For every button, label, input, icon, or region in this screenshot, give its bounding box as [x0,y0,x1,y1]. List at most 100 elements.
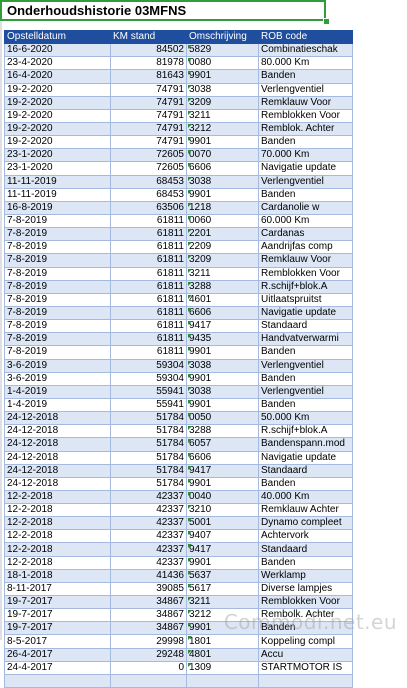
cell-date[interactable]: 23-4-2020 [4,56,111,71]
cell-km[interactable]: 84502 [110,43,187,58]
cell-date[interactable]: 7-8-2019 [4,319,111,334]
cell-date[interactable]: 7-8-2019 [4,253,111,268]
fill-handle[interactable] [323,18,330,25]
cell-date[interactable]: 12-2-2018 [4,555,111,570]
cell-rob-code[interactable]: Verlengventiel [258,384,353,399]
cell-km[interactable]: 42337 [110,516,187,531]
cell-description[interactable]: 9901 [186,135,259,150]
cell-date[interactable]: 19-2-2020 [4,95,111,110]
cell-km[interactable]: 59304 [110,358,187,373]
cell-km[interactable]: 51784 [110,424,187,439]
cell-date[interactable]: 19-2-2020 [4,108,111,123]
cell-km[interactable]: 63506 [110,200,187,215]
cell-date[interactable]: 23-1-2020 [4,148,111,163]
cell-rob-code[interactable]: Koppeling compl [258,634,353,649]
cell-date[interactable]: 24-12-2018 [4,437,111,452]
cell-description[interactable]: 3210 [186,503,259,518]
cell-rob-code[interactable]: Standaard [258,542,353,557]
cell-description[interactable]: 4601 [186,292,259,307]
cell-rob-code[interactable]: Banden [258,187,353,202]
cell-description[interactable]: 3212 [186,121,259,137]
cell-rob-code[interactable]: Remblokken Voor [258,108,353,123]
cell-km[interactable]: 74791 [110,95,187,110]
cell-rob-code[interactable]: Remklauw Voor [258,95,353,110]
cell-date[interactable]: 7-8-2019 [4,332,111,347]
cell-km[interactable]: 51784 [110,411,187,426]
cell-km[interactable]: 42337 [110,542,187,557]
cell-date[interactable]: 7-8-2019 [4,240,111,255]
cell-date[interactable]: 7-8-2019 [4,266,111,281]
cell-description[interactable]: 9901 [186,371,259,386]
cell-date[interactable]: 19-2-2020 [4,82,111,97]
column-header-km[interactable]: KM stand [110,29,187,45]
cell-km[interactable]: 55941 [110,384,187,399]
cell-rob-code[interactable]: Verlengventiel [258,82,353,97]
cell-km[interactable]: 29248 [110,647,187,662]
cell-date[interactable]: 19-2-2020 [4,121,111,137]
cell-rob-code[interactable]: Achtervork [258,529,353,544]
column-header-description[interactable]: Omschrijving [186,29,259,45]
cell-date[interactable]: 7-8-2019 [4,279,111,294]
cell-description[interactable]: 6057 [186,437,259,452]
cell-rob-code[interactable]: Standaard [258,319,353,334]
cell-rob-code[interactable]: Remblokken Voor [258,266,353,281]
cell-date[interactable]: 16-4-2020 [4,69,111,84]
cell-km[interactable]: 51784 [110,476,187,491]
cell-rob-code[interactable]: Combinatieschak [258,43,353,58]
cell-rob-code[interactable]: Remblok. Achter [258,121,353,137]
cell-km[interactable]: 55941 [110,397,187,413]
cell-rob-code[interactable]: Diverse lampjes [258,581,353,597]
cell-rob-code[interactable]: Bandenspann.mod [258,437,353,452]
cell-km[interactable]: 29998 [110,634,187,649]
cell-description[interactable]: 9417 [186,319,259,334]
cell-description[interactable]: 0060 [186,213,259,229]
column-header-date[interactable]: Opstelldatum [4,29,111,45]
cell-km[interactable]: 42337 [110,503,187,518]
cell-km[interactable] [110,673,187,688]
cell-rob-code[interactable]: Cardanas [258,227,353,242]
cell-km[interactable]: 61811 [110,253,187,268]
cell-description[interactable]: 0050 [186,411,259,426]
cell-km[interactable]: 61811 [110,332,187,347]
cell-rob-code[interactable]: Navigatie update [258,305,353,321]
cell-description[interactable]: 9435 [186,332,259,347]
cell-rob-code[interactable]: Banden [258,135,353,150]
cell-description[interactable]: 3288 [186,424,259,439]
cell-rob-code[interactable]: Aandrijfas comp [258,240,353,255]
cell-description[interactable]: 5637 [186,568,259,583]
cell-description[interactable]: 1309 [186,660,259,675]
cell-rob-code[interactable]: Banden [258,371,353,386]
cell-description[interactable]: 0080 [186,56,259,71]
cell-km[interactable]: 42337 [110,489,187,505]
cell-rob-code[interactable]: Standaard [258,463,353,478]
cell-description[interactable] [186,673,259,688]
cell-km[interactable]: 61811 [110,305,187,321]
cell-description[interactable]: 2209 [186,240,259,255]
cell-km[interactable]: 42337 [110,555,187,570]
cell-description[interactable]: 9417 [186,463,259,478]
cell-km[interactable]: 34867 [110,608,187,623]
cell-date[interactable]: 7-8-2019 [4,345,111,360]
cell-date[interactable]: 19-7-2017 [4,595,111,610]
cell-rob-code[interactable]: 40.000 Km [258,489,353,505]
cell-date[interactable]: 19-7-2017 [4,608,111,623]
cell-date[interactable]: 3-6-2019 [4,371,111,386]
cell-date[interactable]: 7-8-2019 [4,305,111,321]
cell-description[interactable]: 9901 [186,397,259,413]
cell-rob-code[interactable]: Verlengventiel [258,358,353,373]
cell-km[interactable]: 0 [110,660,187,675]
cell-date[interactable]: 7-8-2019 [4,213,111,229]
cell-km[interactable]: 51784 [110,463,187,478]
cell-description[interactable]: 5617 [186,581,259,597]
cell-rob-code[interactable]: Remklauw Voor [258,253,353,268]
cell-description[interactable]: 9901 [186,187,259,202]
cell-km[interactable]: 51784 [110,437,187,452]
cell-description[interactable]: 2201 [186,227,259,242]
cell-description[interactable]: 3211 [186,108,259,123]
cell-rob-code[interactable]: Navigatie update [258,161,353,176]
cell-km[interactable]: 74791 [110,121,187,137]
cell-date[interactable]: 11-11-2019 [4,187,111,202]
cell-rob-code[interactable]: Werklamp [258,568,353,583]
cell-description[interactable]: 6606 [186,450,259,465]
cell-date[interactable]: 11-11-2019 [4,174,111,189]
